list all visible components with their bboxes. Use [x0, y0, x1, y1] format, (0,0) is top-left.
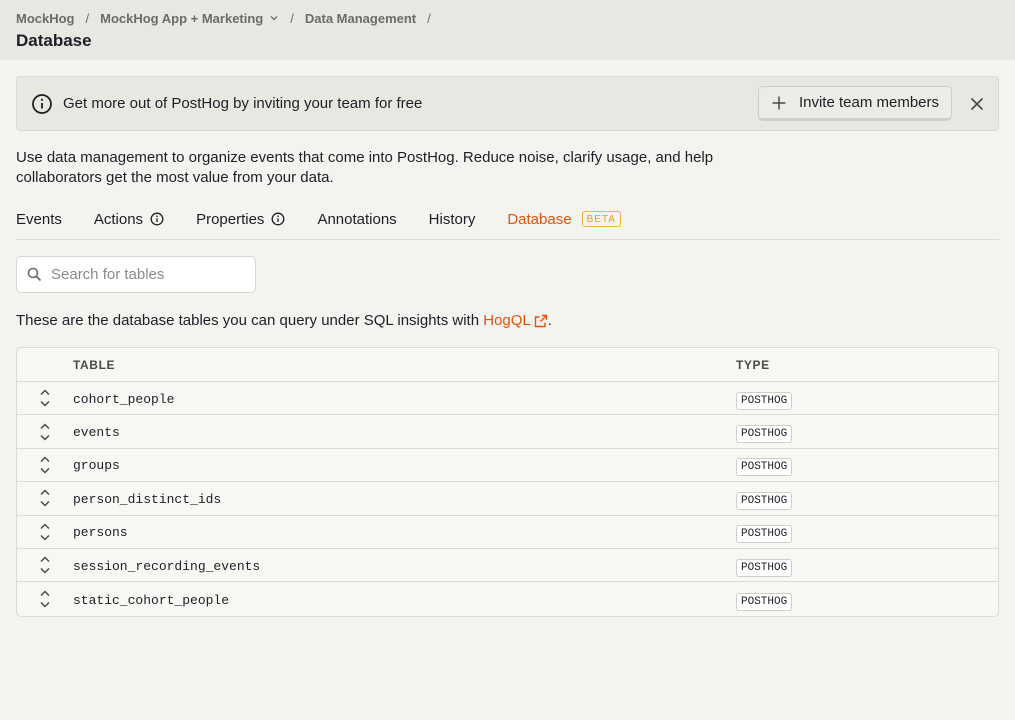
top-bar: MockHog / MockHog App + Marketing / Data…	[0, 0, 1015, 60]
table-name: cohort_people	[73, 391, 175, 407]
external-link-icon	[534, 314, 547, 327]
breadcrumb-separator: /	[427, 10, 431, 26]
table-name-cell: cohort_people	[73, 390, 736, 407]
search-icon	[27, 267, 42, 282]
table-header: TABLE TYPE	[17, 348, 998, 382]
tab-label: Database	[507, 210, 572, 228]
beta-badge: BETA	[581, 211, 621, 227]
plus-icon	[772, 96, 786, 109]
expand-cell	[17, 522, 73, 542]
table-name: events	[73, 425, 120, 441]
expand-cell	[17, 589, 73, 609]
expand-icon[interactable]	[39, 555, 51, 575]
column-header-table: TABLE	[73, 357, 116, 372]
table-name: static_cohort_people	[73, 592, 230, 608]
main-content: Get more out of PostHog by inviting your…	[0, 60, 1015, 617]
invite-button-label: Invite team members	[798, 94, 939, 111]
type-badge: POSTHOG	[736, 458, 793, 477]
invite-team-members-button[interactable]: Invite team members	[757, 86, 952, 121]
tables-note: These are the database tables you can qu…	[16, 312, 999, 329]
table-row[interactable]: cohort_people POSTHOG	[17, 382, 998, 416]
table-name: groups	[73, 458, 120, 474]
table-name-cell: events	[73, 423, 736, 440]
hogql-link[interactable]: HogQL	[483, 312, 548, 329]
table-name-cell: groups	[73, 456, 736, 473]
tab-label: History	[428, 210, 476, 228]
expand-cell	[17, 422, 73, 442]
table-row[interactable]: events POSTHOG	[17, 415, 998, 449]
chevron-down-icon	[270, 16, 278, 21]
note-suffix: .	[547, 312, 552, 329]
tab-history[interactable]: History	[429, 209, 476, 229]
tab-label: Properties	[196, 210, 265, 228]
table-type-cell: POSTHOG	[736, 557, 998, 577]
breadcrumb-org[interactable]: MockHog	[16, 11, 75, 26]
page-title: Database	[16, 31, 92, 50]
breadcrumb: MockHog / MockHog App + Marketing / Data…	[16, 10, 999, 26]
table-type-cell: POSTHOG	[736, 591, 998, 611]
type-badge: POSTHOG	[736, 592, 793, 611]
info-icon	[271, 212, 285, 226]
close-icon[interactable]	[968, 95, 986, 113]
table-row[interactable]: groups POSTHOG	[17, 449, 998, 483]
info-icon	[150, 212, 164, 226]
tab-events[interactable]: Events	[16, 209, 62, 229]
note-text: These are the database tables you can qu…	[16, 312, 484, 329]
database-tables: TABLE TYPE cohort_people POSTHOG events POS…	[16, 347, 999, 617]
breadcrumb-separator: /	[290, 10, 294, 26]
table-name-cell: session_recording_events	[73, 557, 736, 574]
tab-label: Annotations	[317, 210, 397, 228]
expand-icon[interactable]	[39, 522, 51, 542]
tab-properties[interactable]: Properties	[196, 209, 285, 229]
invite-banner: Get more out of PostHog by inviting your…	[16, 76, 999, 131]
table-name: session_recording_events	[73, 558, 261, 574]
hogql-link-label: HogQL	[483, 312, 531, 329]
breadcrumb-project-label: MockHog App + Marketing	[100, 10, 264, 26]
tab-annotations[interactable]: Annotations	[317, 209, 396, 229]
table-type-cell: POSTHOG	[736, 456, 998, 477]
page-description: Use data management to organize events t…	[16, 149, 714, 186]
tab-label: Actions	[93, 210, 144, 228]
table-row[interactable]: person_distinct_ids POSTHOG	[17, 482, 998, 516]
table-row[interactable]: persons POSTHOG	[17, 516, 998, 549]
table-name: person_distinct_ids	[73, 491, 222, 507]
banner-message: Get more out of PostHog by inviting your…	[63, 95, 423, 112]
breadcrumb-separator: /	[85, 10, 90, 26]
table-body: cohort_people POSTHOG events POSTHOG groups P…	[17, 382, 998, 616]
expand-icon[interactable]	[39, 589, 51, 609]
type-badge: POSTHOG	[736, 391, 793, 410]
table-name-cell: static_cohort_people	[73, 591, 736, 608]
table-row[interactable]: static_cohort_people POSTHOG	[17, 582, 998, 615]
expand-icon[interactable]	[39, 455, 51, 475]
breadcrumb-project[interactable]: MockHog App + Marketing	[100, 11, 279, 26]
tab-label: Events	[16, 210, 62, 228]
table-name-cell: persons	[73, 523, 736, 540]
expand-cell	[17, 455, 73, 475]
expand-cell	[17, 388, 73, 408]
expand-icon[interactable]	[39, 388, 51, 408]
type-badge: POSTHOG	[736, 491, 793, 510]
expand-icon[interactable]	[39, 422, 51, 442]
tab-actions[interactable]: Actions	[94, 209, 164, 229]
table-type-cell: POSTHOG	[736, 523, 998, 544]
search-box	[16, 256, 256, 293]
table-type-cell: POSTHOG	[736, 423, 998, 444]
table-type-cell: POSTHOG	[736, 490, 998, 510]
type-badge: POSTHOG	[736, 558, 793, 577]
tab-bar: Events Actions Properties Annotations Hi…	[16, 209, 999, 240]
column-header-type: TYPE	[736, 357, 770, 372]
tab-database[interactable]: Database BETA	[507, 209, 621, 229]
type-badge: POSTHOG	[736, 525, 793, 544]
table-name-cell: person_distinct_ids	[73, 490, 736, 507]
breadcrumb-section[interactable]: Data Management	[305, 11, 416, 26]
expand-icon[interactable]	[39, 488, 51, 508]
expand-cell	[17, 555, 73, 575]
table-type-cell: POSTHOG	[736, 390, 998, 410]
type-badge: POSTHOG	[736, 425, 793, 444]
table-name: persons	[73, 525, 128, 541]
expand-cell	[17, 488, 73, 508]
info-icon	[32, 93, 52, 114]
search-input[interactable]	[51, 266, 241, 283]
table-row[interactable]: session_recording_events POSTHOG	[17, 549, 998, 583]
